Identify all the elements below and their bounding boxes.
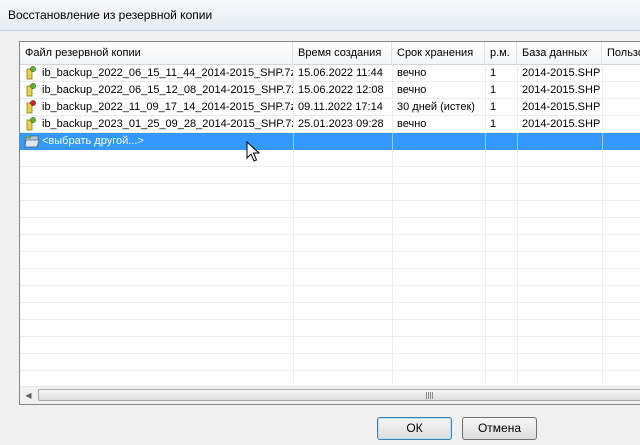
grid-line xyxy=(20,336,640,337)
table-row[interactable]: ib_backup_2022_11_09_17_14_2014-2015_SHP… xyxy=(20,99,640,116)
column-header-database[interactable]: База данных xyxy=(517,42,602,64)
grid-line xyxy=(485,133,486,150)
cell-user xyxy=(602,82,640,99)
grid-line xyxy=(392,133,393,150)
scrollbar-thumb[interactable] xyxy=(38,389,640,401)
cell-database: 2014-2015.SHP xyxy=(522,101,601,113)
cell-user xyxy=(602,65,640,82)
scroll-left-icon[interactable]: ◀ xyxy=(20,387,37,404)
horizontal-scrollbar[interactable]: ◀ xyxy=(20,386,640,404)
cell-created: 25.01.2023 09:28 xyxy=(298,118,384,130)
cell-database: 2014-2015.SHP xyxy=(522,84,601,96)
cell-file: ib_backup_2022_11_09_17_14_2014-2015_SHP… xyxy=(42,101,293,113)
cell-rm: 1 xyxy=(490,101,497,113)
grid-line xyxy=(20,200,640,201)
cell-file: ib_backup_2022_06_15_12_08_2014-2015_SHP… xyxy=(42,84,293,96)
grid-line xyxy=(20,285,640,286)
cell-created: 15.06.2022 12:08 xyxy=(298,84,384,96)
cell-retention: вечно xyxy=(397,118,427,130)
cell-database: 2014-2015.SHP xyxy=(522,118,601,130)
column-header-user[interactable]: Пользо xyxy=(602,42,640,64)
cell-retention: вечно xyxy=(397,67,427,79)
backup-expired-icon xyxy=(26,100,36,114)
cell-user xyxy=(602,116,640,133)
grid-line xyxy=(293,133,294,150)
mouse-cursor-icon xyxy=(246,141,260,162)
grid-line xyxy=(517,133,518,150)
cancel-button[interactable]: Отмена xyxy=(462,417,537,440)
grid-line xyxy=(20,183,640,184)
backup-file-icon xyxy=(26,83,36,97)
list-header: Файл резервной копии Время создания Срок… xyxy=(20,42,640,65)
title-bar: Восстановление из резервной копии xyxy=(0,0,640,31)
choose-other-row[interactable]: <выбрать другой...> xyxy=(20,133,640,150)
grip-icon xyxy=(426,392,434,399)
cell-file: ib_backup_2022_06_15_11_44_2014-2015_SHP… xyxy=(42,67,293,79)
backup-list[interactable]: Файл резервной копии Время создания Срок… xyxy=(19,41,640,405)
table-row[interactable]: ib_backup_2022_06_15_12_08_2014-2015_SHP… xyxy=(20,82,640,99)
cell-created: 09.11.2022 17:14 xyxy=(298,101,383,113)
grid-line xyxy=(20,166,640,167)
cell-rm: 1 xyxy=(490,84,497,96)
grid-line xyxy=(20,370,640,371)
table-row[interactable]: ib_backup_2023_01_25_09_28_2014-2015_SHP… xyxy=(20,116,640,133)
cell-rm: 1 xyxy=(490,118,497,130)
grid-line xyxy=(20,251,640,252)
grid-line xyxy=(20,234,640,235)
table-row[interactable]: ib_backup_2022_06_15_11_44_2014-2015_SHP… xyxy=(20,65,640,82)
backup-file-icon xyxy=(26,117,36,131)
grid-line xyxy=(20,353,640,354)
cell-file: ib_backup_2023_01_25_09_28_2014-2015_SHP… xyxy=(42,118,293,130)
cell-rm: 1 xyxy=(490,67,497,79)
column-header-file[interactable]: Файл резервной копии xyxy=(20,42,293,64)
cell-created: 15.06.2022 11:44 xyxy=(298,67,383,79)
grid-line xyxy=(20,319,640,320)
grid-line xyxy=(20,268,640,269)
grid-line xyxy=(20,302,640,303)
grid-line xyxy=(602,133,603,150)
ok-button[interactable]: ОК xyxy=(377,417,452,440)
window-title: Восстановление из резервной копии xyxy=(8,8,213,22)
grid-line xyxy=(20,217,640,218)
backup-file-icon xyxy=(26,66,36,80)
cell-retention: 30 дней (истек) xyxy=(397,101,475,113)
cell-database: 2014-2015.SHP xyxy=(522,67,601,79)
cell-retention: вечно xyxy=(397,84,427,96)
column-header-retention[interactable]: Срок хранения xyxy=(392,42,485,64)
column-header-rm[interactable]: р.м. xyxy=(485,42,517,64)
cell-user xyxy=(602,99,640,116)
column-header-created[interactable]: Время создания xyxy=(293,42,392,64)
